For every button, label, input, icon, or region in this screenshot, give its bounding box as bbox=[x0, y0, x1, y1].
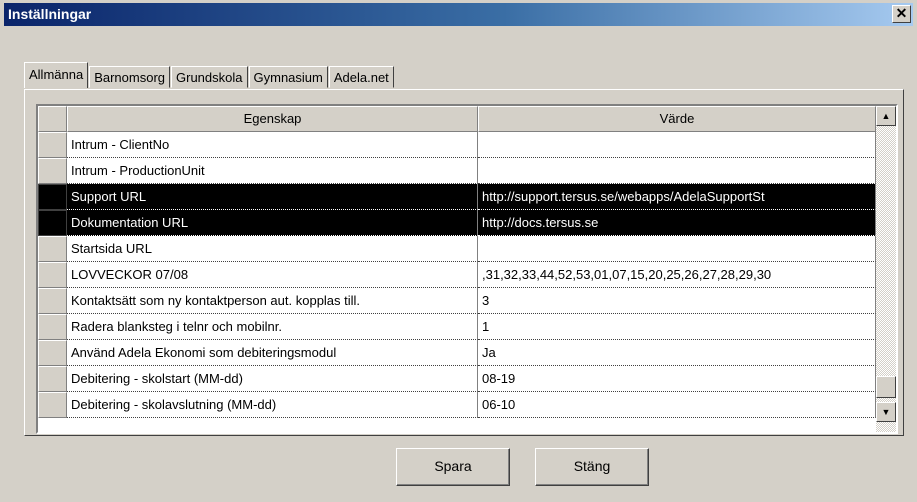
table-row[interactable]: Debitering - skolavslutning (MM-dd) 06-10 bbox=[38, 392, 876, 418]
window-title: Inställningar bbox=[8, 6, 92, 22]
value-cell[interactable]: http://docs.tersus.se bbox=[478, 210, 876, 236]
column-header-varde[interactable]: Värde bbox=[478, 106, 876, 132]
value-cell[interactable]: Ja bbox=[478, 340, 876, 366]
value-cell[interactable]: http://support.tersus.se/webapps/AdelaSu… bbox=[478, 184, 876, 210]
vertical-scrollbar[interactable]: ▲ ▼ bbox=[876, 106, 896, 432]
value-cell[interactable]: 06-10 bbox=[478, 392, 876, 418]
row-selector[interactable] bbox=[38, 340, 67, 366]
tab-grundskola[interactable]: Grundskola bbox=[171, 66, 248, 88]
property-cell[interactable]: Använd Adela Ekonomi som debiteringsmodu… bbox=[67, 340, 478, 366]
scrollbar-thumb[interactable] bbox=[876, 376, 896, 398]
close-window-button[interactable]: ✕ bbox=[892, 5, 911, 23]
property-cell[interactable]: Radera blanksteg i telnr och mobilnr. bbox=[67, 314, 478, 340]
value-cell[interactable]: 08-19 bbox=[478, 366, 876, 392]
column-header-egenskap[interactable]: Egenskap bbox=[67, 106, 478, 132]
row-selector[interactable] bbox=[38, 184, 67, 210]
property-cell[interactable]: Support URL bbox=[67, 184, 478, 210]
property-cell[interactable]: Debitering - skolstart (MM-dd) bbox=[67, 366, 478, 392]
row-selector[interactable] bbox=[38, 236, 67, 262]
row-selector[interactable] bbox=[38, 262, 67, 288]
table-row[interactable]: Support URL http://support.tersus.se/weba… bbox=[38, 184, 876, 210]
value-cell[interactable] bbox=[478, 158, 876, 184]
scroll-down-arrow-icon[interactable]: ▼ bbox=[876, 402, 896, 422]
table-row[interactable]: Intrum - ClientNo bbox=[38, 132, 876, 158]
table-row[interactable]: Dokumentation URL http://docs.tersus.se bbox=[38, 210, 876, 236]
tab-barnomsorg[interactable]: Barnomsorg bbox=[89, 66, 171, 88]
tab-allm-nna[interactable]: Allmänna bbox=[24, 62, 89, 88]
table-row[interactable]: Kontaktsätt som ny kontaktperson aut. ko… bbox=[38, 288, 876, 314]
property-cell[interactable]: Debitering - skolavslutning (MM-dd) bbox=[67, 392, 478, 418]
header-corner bbox=[38, 106, 67, 132]
scroll-up-arrow-icon[interactable]: ▲ bbox=[876, 106, 896, 126]
value-cell[interactable]: ,31,32,33,44,52,53,01,07,15,20,25,26,27,… bbox=[478, 262, 876, 288]
grid-header-row: Egenskap Värde bbox=[38, 106, 876, 132]
value-cell[interactable] bbox=[478, 132, 876, 158]
row-selector[interactable] bbox=[38, 210, 67, 236]
row-selector[interactable] bbox=[38, 132, 67, 158]
table-row[interactable]: Använd Adela Ekonomi som debiteringsmodu… bbox=[38, 340, 876, 366]
table-row[interactable]: Intrum - ProductionUnit bbox=[38, 158, 876, 184]
settings-dialog: Inställningar ✕ Allmänna Barnomsorg Grunds… bbox=[0, 0, 917, 502]
property-cell[interactable]: Dokumentation URL bbox=[67, 210, 478, 236]
property-cell[interactable]: LOVVECKOR 07/08 bbox=[67, 262, 478, 288]
tab-adela-net[interactable]: Adela.net bbox=[328, 66, 394, 88]
tab-gymnasium[interactable]: Gymnasium bbox=[248, 66, 328, 88]
value-cell[interactable]: 1 bbox=[478, 314, 876, 340]
row-selector[interactable] bbox=[38, 314, 67, 340]
table-row[interactable]: LOVVECKOR 07/08,31,32,33,44,52,53,01,07,… bbox=[38, 262, 876, 288]
row-selector[interactable] bbox=[38, 366, 67, 392]
row-selector[interactable] bbox=[38, 158, 67, 184]
property-cell[interactable]: Kontaktsätt som ny kontaktperson aut. ko… bbox=[67, 288, 478, 314]
close-button[interactable]: Stäng bbox=[535, 448, 649, 486]
tab-strip: Allmänna Barnomsorg Grundskola Gymnasium Ade… bbox=[24, 62, 395, 90]
property-cell[interactable]: Intrum - ProductionUnit bbox=[67, 158, 478, 184]
settings-grid: Egenskap Värde Intrum - ClientNo Intrum -… bbox=[36, 104, 898, 434]
row-selector[interactable] bbox=[38, 392, 67, 418]
table-row[interactable]: Radera blanksteg i telnr och mobilnr. 1 bbox=[38, 314, 876, 340]
table-row[interactable]: Startsida URL bbox=[38, 236, 876, 262]
value-cell[interactable]: 3 bbox=[478, 288, 876, 314]
row-selector[interactable] bbox=[38, 288, 67, 314]
value-cell[interactable] bbox=[478, 236, 876, 262]
property-cell[interactable]: Intrum - ClientNo bbox=[67, 132, 478, 158]
table-row[interactable]: Debitering - skolstart (MM-dd) 08-19 bbox=[38, 366, 876, 392]
save-button[interactable]: Spara bbox=[396, 448, 510, 486]
title-bar: Inställningar ✕ bbox=[4, 3, 913, 26]
property-cell[interactable]: Startsida URL bbox=[67, 236, 478, 262]
